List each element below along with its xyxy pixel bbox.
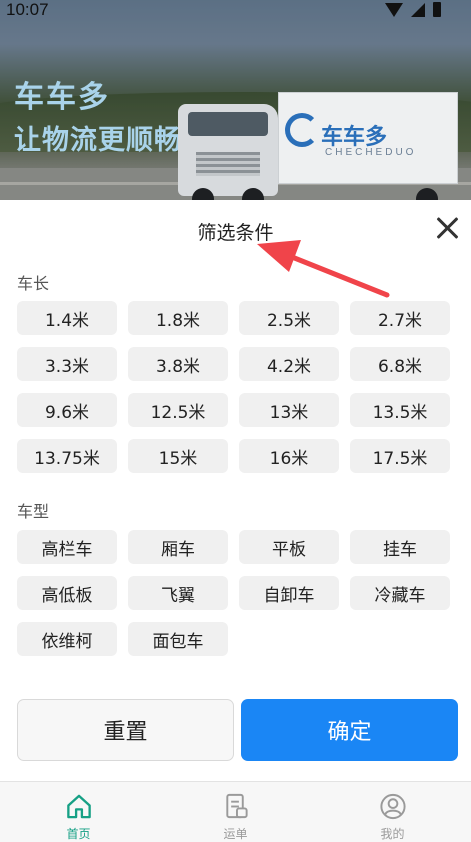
length-option-chip[interactable]: 1.8米 [128, 301, 228, 335]
truck-trailer: 车车多 CHECHEDUO [278, 92, 458, 184]
length-option-chip[interactable]: 2.7米 [350, 301, 450, 335]
type-option-chip[interactable]: 面包车 [128, 622, 228, 656]
length-option-chip[interactable]: 9.6米 [17, 393, 117, 427]
type-options: 高栏车 厢车 平板 挂车高低板 飞翼 自卸车 冷藏车依维柯 面包车 [17, 530, 454, 656]
truck-grille [196, 152, 260, 176]
nav-label-waybill: 运单 [223, 827, 248, 841]
nav-label-home: 首页 [66, 827, 91, 841]
bottom-nav: 首页 运单 我的 [0, 781, 471, 842]
action-buttons: 重置 确定 [17, 699, 458, 761]
type-option-chip[interactable]: 自卸车 [239, 576, 339, 610]
home-icon [66, 794, 91, 819]
truck-cab [178, 104, 278, 196]
nav-item-profile[interactable]: 我的 [314, 782, 471, 842]
type-option-chip[interactable]: 飞翼 [128, 576, 228, 610]
filter-sheet: 筛选条件 车长 1.4米 1.8米 2.5米 2.7米 3.3米 3.8米 4.2米 6.8米… [0, 200, 471, 781]
length-options: 1.4米 1.8米 2.5米 2.7米 3.3米 3.8米 4.2米 6.8米 9.6米 12.5… [17, 301, 454, 473]
slogan-line-2: 让物流更顺畅 [14, 125, 182, 156]
type-option-chip[interactable]: 挂车 [350, 530, 450, 564]
close-icon[interactable] [433, 214, 461, 242]
slogan-line-1: 车车多 [14, 80, 110, 115]
truck-logo-icon [285, 113, 319, 147]
nav-item-waybill[interactable]: 运单 [157, 782, 314, 842]
signal-icon [411, 2, 425, 17]
length-option-chip[interactable]: 13米 [239, 393, 339, 427]
status-icons [385, 2, 441, 17]
status-time: 10:07 [6, 0, 49, 19]
type-option-chip[interactable]: 高栏车 [17, 530, 117, 564]
length-option-chip[interactable]: 15米 [128, 439, 228, 473]
length-option-chip[interactable]: 16米 [239, 439, 339, 473]
banner-image: 车车多 让物流更顺畅 车车多 CHECHEDUO [0, 0, 471, 200]
length-section-title: 车长 [17, 274, 50, 293]
length-option-chip[interactable]: 6.8米 [350, 347, 450, 381]
length-option-chip[interactable]: 3.3米 [17, 347, 117, 381]
type-option-chip[interactable]: 高低板 [17, 576, 117, 610]
wifi-icon [385, 2, 403, 17]
length-option-chip[interactable]: 12.5米 [128, 393, 228, 427]
reset-button[interactable]: 重置 [17, 699, 234, 761]
length-option-chip[interactable]: 13.5米 [350, 393, 450, 427]
banner-slogan: 车车多 让物流更顺畅 [14, 72, 182, 157]
type-option-chip[interactable]: 厢车 [128, 530, 228, 564]
type-option-chip[interactable]: 冷藏车 [350, 576, 450, 610]
truck-windshield [188, 112, 268, 136]
nav-label-profile: 我的 [380, 827, 405, 841]
battery-icon [433, 2, 441, 17]
waybill-icon [225, 793, 248, 819]
profile-icon [379, 793, 406, 820]
status-bar: 10:07 [0, 0, 471, 22]
type-option-chip[interactable]: 平板 [239, 530, 339, 564]
length-option-chip[interactable]: 13.75米 [17, 439, 117, 473]
length-option-chip[interactable]: 1.4米 [17, 301, 117, 335]
type-section-title: 车型 [17, 502, 50, 521]
length-option-chip[interactable]: 4.2米 [239, 347, 339, 381]
length-option-chip[interactable]: 17.5米 [350, 439, 450, 473]
type-option-chip[interactable]: 依维柯 [17, 622, 117, 656]
confirm-button[interactable]: 确定 [241, 699, 458, 761]
nav-item-home[interactable]: 首页 [0, 782, 157, 842]
length-option-chip[interactable]: 3.8米 [128, 347, 228, 381]
sheet-title: 筛选条件 [197, 222, 274, 244]
truck-brand-sub: CHECHEDUO [325, 147, 417, 158]
length-option-chip[interactable]: 2.5米 [239, 301, 339, 335]
